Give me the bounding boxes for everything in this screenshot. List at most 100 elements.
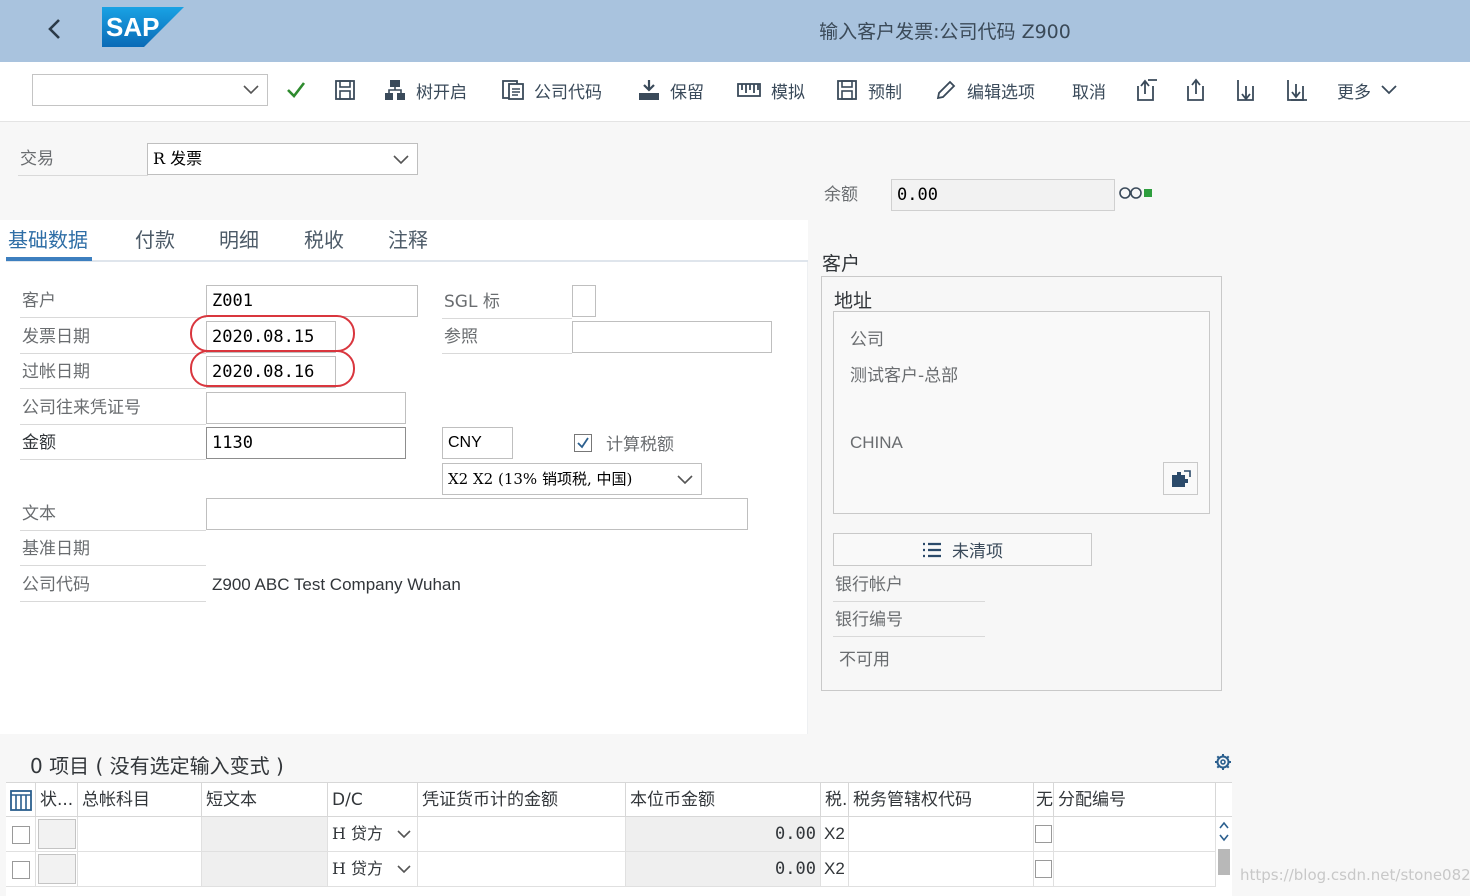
col-tax-jurisdiction[interactable]: 税务管辖权代码 [849,783,1034,817]
no-tax-checkbox[interactable] [1035,860,1052,878]
bank-account-label: 银行帐户 [833,568,985,602]
tab-payment[interactable]: 付款 [135,224,175,253]
more-button[interactable]: 更多 [1337,72,1397,108]
chevron-down-icon [1381,85,1397,95]
chevron-down-icon [393,155,409,165]
debit-credit-select[interactable]: H 贷方 [328,852,418,887]
scroll-up-icon[interactable] [1219,821,1229,829]
col-assignment[interactable]: 分配编号 [1054,783,1216,817]
tax-jurisdiction-cell[interactable] [849,817,1034,852]
assignment-cell[interactable] [1054,852,1216,887]
status-button[interactable] [38,819,76,849]
tab-basic-data[interactable]: 基础数据 [8,224,88,253]
col-gl-account[interactable]: 总帐科目 [78,783,202,817]
customer-field[interactable]: Z001 [206,285,418,317]
chevron-down-icon [677,475,693,485]
next-page-button[interactable] [1235,72,1259,108]
row-select-checkbox[interactable] [12,826,30,844]
hold-button[interactable]: 保留 [638,72,704,108]
col-doc-currency-amount[interactable]: 凭证货币计的金额 [418,783,626,817]
row-select-checkbox[interactable] [12,861,30,879]
col-status[interactable]: 状... [36,783,78,817]
sgl-field[interactable] [572,285,596,317]
address-line-2: 测试客户-总部 [850,366,959,386]
cancel-button[interactable]: 取消 [1072,72,1106,108]
scroll-down-icon[interactable] [1219,834,1229,842]
back-icon[interactable] [40,14,70,44]
table-scrollbar[interactable] [1216,817,1232,896]
text-field[interactable] [206,498,748,530]
tax-code-select[interactable]: X2 X2 (13% 销项税, 中国) [442,463,702,495]
col-tax-code[interactable]: 税. [821,783,849,817]
not-available-text: 不可用 [839,650,890,670]
last-page-button[interactable] [1285,72,1309,108]
status-button[interactable] [38,854,76,884]
previous-page-button[interactable] [1185,72,1209,108]
table-row-select-cell [6,852,36,887]
tree-on-button[interactable]: 树开启 [384,72,467,108]
scroll-thumb[interactable] [1218,849,1230,875]
tax-jurisdiction-cell[interactable] [849,852,1034,887]
tax-code-cell[interactable]: X2 [821,852,849,887]
park-button[interactable]: 预制 [836,72,902,108]
company-code-button[interactable]: 公司代码 [502,72,602,108]
sap-logo-text: SAP [106,12,159,42]
chevron-down-icon [397,830,411,839]
cross-company-field[interactable] [206,392,406,424]
posting-date-highlight [190,350,355,387]
no-tax-checkbox[interactable] [1035,825,1052,843]
document-icon [502,80,524,100]
balance-field: 0.00 [891,179,1115,211]
doc-amount-cell[interactable] [418,817,626,852]
doc-amount-cell[interactable] [418,852,626,887]
col-spacer [1216,783,1232,817]
transaction-select[interactable]: R 发票 [147,143,418,175]
tax-code-cell[interactable]: X2 [821,817,849,852]
simulate-button[interactable]: 模拟 [737,72,805,108]
balance-label: 余额 [824,185,858,205]
edit-options-button[interactable]: 编辑选项 [935,72,1035,108]
assignment-cell[interactable] [1054,817,1216,852]
col-short-text[interactable]: 短文本 [202,783,328,817]
first-page-button[interactable] [1135,72,1159,108]
more-label: 更多 [1337,82,1371,103]
tab-strip: 基础数据 付款 明细 税收 注释 [6,220,808,262]
gl-account-cell[interactable] [78,817,202,852]
col-debit-credit[interactable]: D/C [328,783,418,817]
edit-options-label: 编辑选项 [967,82,1035,103]
baseline-date-label: 基准日期 [20,532,206,566]
list-icon [923,542,941,557]
puzzle-icon [1171,469,1191,487]
page-title: 输入客户发票:公司代码 Z900 [819,21,1071,43]
settings-gear-icon[interactable] [1214,753,1232,771]
address-line-4: CHINA [850,433,903,452]
shell-header: SAP 输入客户发票:公司代码 Z900 [0,0,1470,62]
gl-account-cell[interactable] [78,852,202,887]
tab-tax[interactable]: 税收 [304,224,344,253]
reference-field[interactable] [572,321,772,353]
select-all-header[interactable] [6,783,36,817]
short-text-cell[interactable] [202,852,328,887]
sgl-label: SGL 标 [442,285,572,319]
open-items-button[interactable]: 未清项 [833,533,1092,566]
reference-label: 参照 [442,320,572,354]
local-amount-cell: 0.00 [626,817,821,852]
col-no-tax[interactable]: 无 [1034,783,1054,817]
address-edit-button[interactable] [1163,462,1198,495]
customer-label: 客户 [20,284,206,318]
calculate-tax-checkbox[interactable] [574,434,592,452]
col-local-amount[interactable]: 本位币金额 [626,783,821,817]
currency-field[interactable]: CNY [442,427,513,459]
address-title: 地址 [834,290,873,312]
amount-field[interactable]: 1130 [206,427,406,459]
short-text-cell[interactable] [202,817,328,852]
tab-details[interactable]: 明细 [219,224,259,253]
open-items-label: 未清项 [952,542,1003,562]
tab-notes[interactable]: 注释 [388,224,428,253]
enter-button[interactable] [286,72,306,108]
save-icon [335,80,355,100]
command-field[interactable] [32,74,268,106]
save-button[interactable] [334,72,356,108]
address-line-1: 公司 [850,330,884,350]
debit-credit-select[interactable]: H 贷方 [328,817,418,852]
